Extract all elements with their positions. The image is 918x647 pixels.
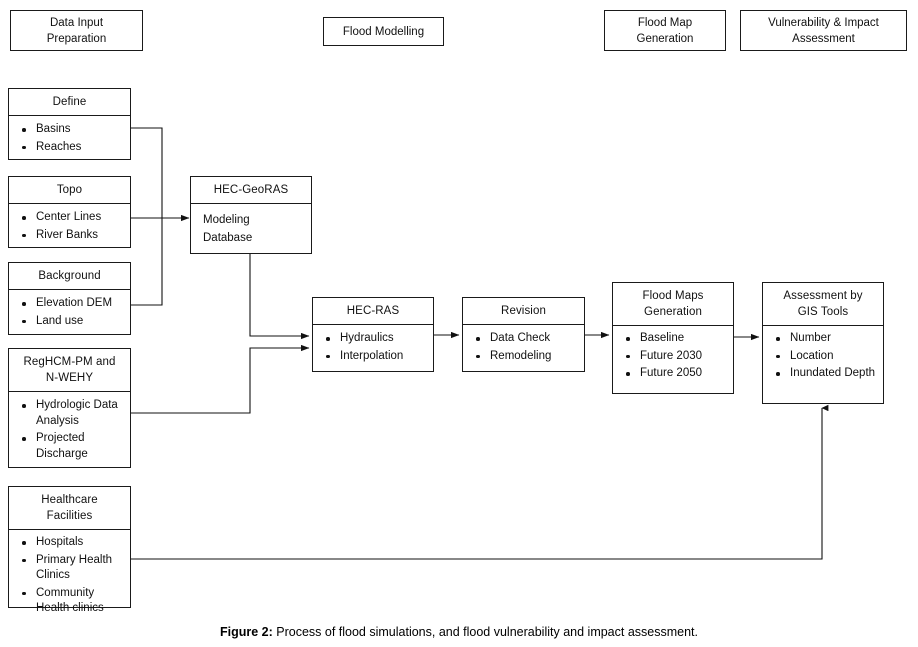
node-reghcm-title-line1: RegHCM-PM and [23, 356, 116, 368]
node-hec-georas: HEC-GeoRAS Modeling Database [190, 176, 312, 254]
list-item: Future 2030 [621, 349, 727, 365]
node-healthcare-facilities: Healthcare Facilities Hospitals Primary … [8, 486, 131, 614]
list-item: Interpolation [321, 349, 427, 365]
figure-caption: Figure 2: Process of flood simulations, … [0, 624, 918, 641]
connector-background-to-bus [131, 218, 163, 306]
list-item: Inundated Depth [771, 366, 877, 382]
node-define-list: Basins Reaches [17, 122, 124, 155]
phase-vulnerability-impact-assessment: Vulnerability & Impact Assessment [740, 10, 907, 51]
list-item: Community Health clinics [17, 586, 124, 617]
phase-label-line2: Generation [636, 32, 694, 45]
list-item: Future 2050 [621, 366, 727, 382]
connector-define-to-bus [131, 127, 163, 218]
node-reghcm-list: Hydrologic Data Analysis Projected Disch… [17, 398, 124, 462]
node-revision-list: Data Check Remodeling [471, 331, 578, 364]
phase-label-line2: Assessment [792, 32, 855, 45]
list-item: Data Check [471, 331, 578, 347]
node-hec-ras: HEC-RAS Hydraulics Interpolation [312, 297, 434, 372]
phase-flood-modelling: Flood Modelling [323, 17, 444, 46]
list-item: Baseline [621, 331, 727, 347]
figure-caption-text: Process of flood simulations, and flood … [272, 625, 698, 639]
node-hec-georas-line2: Database [203, 232, 253, 244]
node-healthcare-title-line2: Facilities [46, 510, 93, 522]
node-topo: Topo Center Lines River Banks [8, 176, 131, 248]
node-assessment-list: Number Location Inundated Depth [771, 331, 877, 382]
figure-label: Figure 2: [219, 625, 273, 639]
connector-reghcm-to-hecras [131, 344, 310, 414]
node-flood-maps-generation: Flood Maps Generation Baseline Future 20… [612, 282, 734, 394]
connector-hecgeoras-to-hecras [249, 254, 310, 340]
node-topo-title: Topo [9, 177, 130, 204]
list-item: Elevation DEM [17, 296, 124, 312]
list-item: Number [771, 331, 877, 347]
node-revision-title: Revision [463, 298, 584, 325]
node-healthcare-list: Hospitals Primary Health Clinics Communi… [17, 535, 124, 617]
node-define: Define Basins Reaches [8, 88, 131, 160]
list-item: Location [771, 349, 877, 365]
list-item: Land use [17, 314, 124, 330]
node-healthcare-title-line1: Healthcare [41, 494, 98, 506]
node-hec-ras-list: Hydraulics Interpolation [321, 331, 427, 364]
node-revision: Revision Data Check Remodeling [462, 297, 585, 372]
node-flood-maps-list: Baseline Future 2030 Future 2050 [621, 331, 727, 382]
node-hec-georas-title: HEC-GeoRAS [191, 177, 311, 204]
node-assessment-title-line2: GIS Tools [797, 306, 849, 318]
node-define-title: Define [9, 89, 130, 116]
node-reghcm-title: RegHCM-PM and N-WEHY [9, 349, 130, 392]
list-item: Reaches [17, 140, 124, 156]
node-flood-maps-title-line1: Flood Maps [642, 290, 704, 302]
list-item: Remodeling [471, 349, 578, 365]
list-item: Primary Health Clinics [17, 553, 124, 584]
node-topo-list: Center Lines River Banks [17, 210, 124, 243]
node-healthcare-title: Healthcare Facilities [9, 487, 130, 530]
list-item: Projected Discharge [17, 431, 124, 462]
figure-canvas: Data Input Preparation Flood Modelling F… [0, 0, 918, 647]
connector-healthcare-to-assessment [131, 404, 829, 560]
list-item: Center Lines [17, 210, 124, 226]
phase-data-input-preparation: Data Input Preparation [10, 10, 143, 51]
phase-label-line1: Flood Map [637, 16, 693, 29]
phase-label-line1: Data Input [49, 16, 104, 29]
node-hec-ras-title: HEC-RAS [313, 298, 433, 325]
list-item: Hydraulics [321, 331, 427, 347]
node-hec-georas-line1: Modeling [203, 214, 250, 226]
node-hec-georas-lines: Modeling Database [199, 211, 305, 247]
phase-label-line1: Vulnerability & Impact [768, 16, 879, 29]
node-flood-maps-title-line2: Generation [644, 306, 702, 318]
phase-label-line2: Preparation [46, 32, 107, 45]
list-item: River Banks [17, 228, 124, 244]
node-background-list: Elevation DEM Land use [17, 296, 124, 329]
node-background-title: Background [9, 263, 130, 290]
node-flood-maps-title: Flood Maps Generation [613, 283, 733, 326]
node-reghcm-pm-n-wehy: RegHCM-PM and N-WEHY Hydrologic Data Ana… [8, 348, 131, 468]
list-item: Hospitals [17, 535, 124, 551]
list-item: Hydrologic Data Analysis [17, 398, 124, 429]
phase-label-line1: Flood Modelling [342, 25, 425, 38]
list-item: Basins [17, 122, 124, 138]
node-assessment-by-gis-tools: Assessment by GIS Tools Number Location … [762, 282, 884, 404]
phase-flood-map-generation: Flood Map Generation [604, 10, 726, 51]
node-assessment-title-line1: Assessment by [783, 290, 863, 302]
node-reghcm-title-line2: N-WEHY [45, 372, 94, 384]
node-background: Background Elevation DEM Land use [8, 262, 131, 335]
node-assessment-title: Assessment by GIS Tools [763, 283, 883, 326]
